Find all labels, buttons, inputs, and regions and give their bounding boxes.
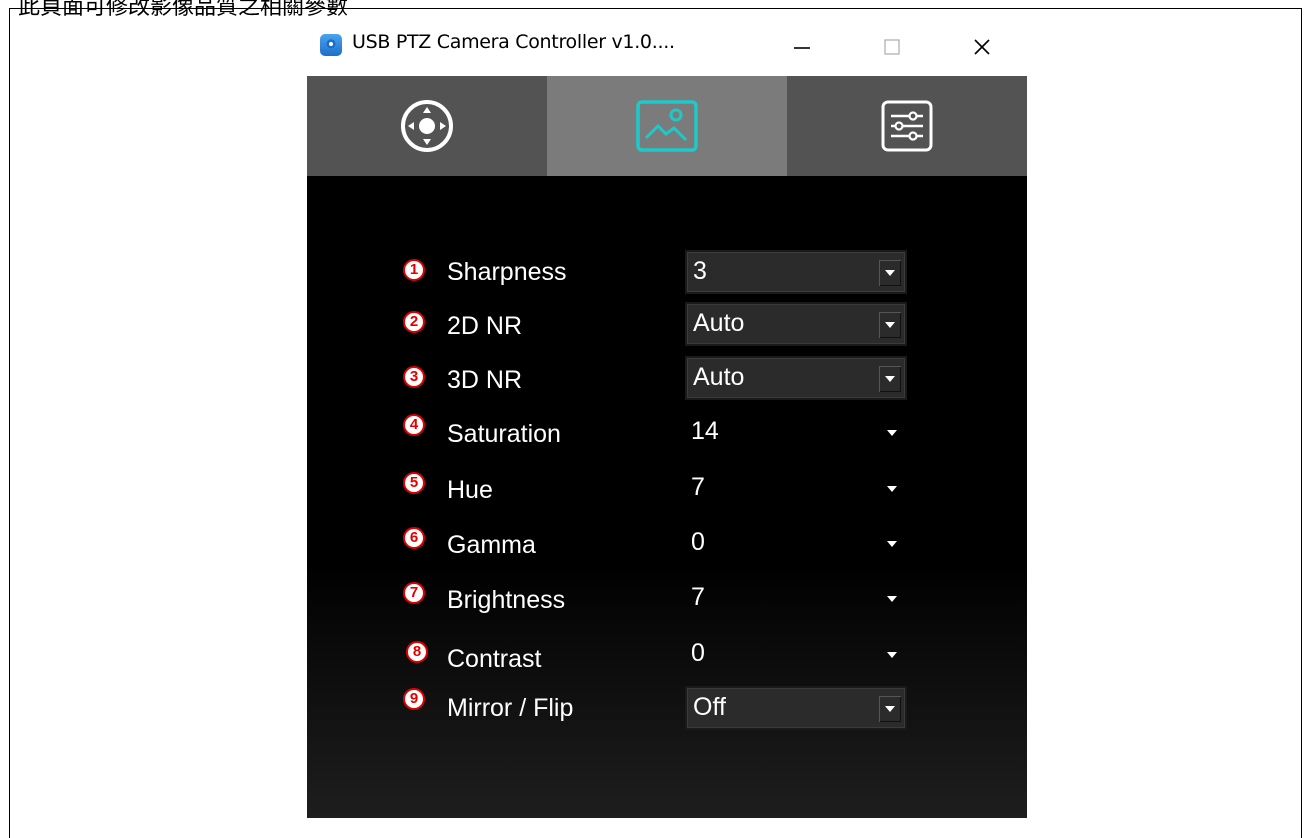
number-badge: 8 <box>406 641 428 663</box>
close-button[interactable] <box>937 18 1027 76</box>
hue-select[interactable]: 7 <box>685 468 907 512</box>
select-value: 0 <box>691 528 705 556</box>
number-badge: 3 <box>403 366 425 388</box>
select-value: Auto <box>693 363 745 391</box>
chevron-down-icon <box>885 270 895 276</box>
chevron-down-icon <box>887 541 897 547</box>
chevron-down-icon <box>887 486 897 492</box>
image-settings-panel: 1 Sharpness 3 2 2D NR Auto 3 3D NR Auto <box>307 176 1027 818</box>
mirror-flip-select[interactable]: Off <box>685 686 907 730</box>
setting-label: Saturation <box>447 420 561 448</box>
select-value: 0 <box>691 639 705 667</box>
number-badge: 7 <box>403 582 425 604</box>
tab-ptz-control[interactable] <box>307 76 547 176</box>
setting-label: Gamma <box>447 531 536 559</box>
setting-label: Contrast <box>447 645 542 673</box>
select-value: 7 <box>691 473 705 501</box>
setting-label: Brightness <box>447 586 566 614</box>
camera-app-icon <box>320 34 342 56</box>
saturation-select[interactable]: 14 <box>685 412 907 456</box>
dropdown-button[interactable] <box>881 586 903 612</box>
dropdown-button[interactable] <box>881 476 903 502</box>
dropdown-button[interactable] <box>879 366 901 392</box>
minimize-icon <box>794 47 810 49</box>
title-bar[interactable]: USB PTZ Camera Controller v1.0.... <box>307 18 1027 76</box>
setting-label: 3D NR <box>447 366 523 394</box>
2d-nr-select[interactable]: Auto <box>685 302 907 346</box>
setting-row-gamma: 6 Gamma 0 <box>307 523 1027 571</box>
setting-row-sharpness: 1 Sharpness 3 <box>307 250 1027 298</box>
setting-row-3d-nr: 3 3D NR Auto <box>307 356 1027 404</box>
chevron-down-icon <box>887 596 897 602</box>
tab-image[interactable] <box>547 76 787 176</box>
number-badge: 6 <box>403 527 425 549</box>
sharpness-select[interactable]: 3 <box>685 250 907 294</box>
dropdown-button[interactable] <box>881 642 903 668</box>
chevron-down-icon <box>887 430 897 436</box>
chevron-down-icon <box>885 322 895 328</box>
tab-settings[interactable] <box>787 76 1027 176</box>
maximize-button[interactable] <box>847 18 937 76</box>
dropdown-button[interactable] <box>881 420 903 446</box>
minimize-button[interactable] <box>757 18 847 76</box>
dropdown-button[interactable] <box>879 260 901 286</box>
number-badge: 9 <box>403 688 425 710</box>
maximize-icon <box>884 39 900 55</box>
dropdown-button[interactable] <box>879 312 901 338</box>
setting-row-contrast: 8 Contrast 0 <box>307 634 1027 682</box>
3d-nr-select[interactable]: Auto <box>685 356 907 400</box>
close-icon <box>974 39 990 55</box>
select-value: 3 <box>693 257 707 285</box>
number-badge: 1 <box>403 259 425 281</box>
tab-bar <box>307 76 1027 176</box>
dropdown-button[interactable] <box>879 696 901 722</box>
setting-label: Sharpness <box>447 258 567 286</box>
select-value: 14 <box>691 417 719 445</box>
setting-label: 2D NR <box>447 312 523 340</box>
number-badge: 4 <box>403 414 425 436</box>
setting-row-2d-nr: 2 2D NR Auto <box>307 302 1027 350</box>
setting-label: Hue <box>447 476 493 504</box>
gamma-select[interactable]: 0 <box>685 523 907 567</box>
chevron-down-icon <box>885 706 895 712</box>
image-icon <box>636 100 698 152</box>
setting-row-hue: 5 Hue 7 <box>307 468 1027 516</box>
setting-row-mirror-flip: 9 Mirror / Flip Off <box>307 686 1027 734</box>
select-value: Auto <box>693 309 745 337</box>
number-badge: 2 <box>403 311 425 333</box>
number-badge: 5 <box>403 472 425 494</box>
setting-row-saturation: 4 Saturation 14 <box>307 412 1027 460</box>
joystick-icon <box>401 100 453 152</box>
select-value: 7 <box>691 583 705 611</box>
brightness-select[interactable]: 7 <box>685 578 907 622</box>
dropdown-button[interactable] <box>881 531 903 557</box>
setting-label: Mirror / Flip <box>447 694 574 722</box>
select-value: Off <box>693 693 726 721</box>
chevron-down-icon <box>885 376 895 382</box>
chevron-down-icon <box>887 652 897 658</box>
setting-row-brightness: 7 Brightness 7 <box>307 578 1027 626</box>
contrast-select[interactable]: 0 <box>685 634 907 678</box>
sliders-icon <box>881 100 933 152</box>
app-window: USB PTZ Camera Controller v1.0.... 1 Sha… <box>307 18 1027 818</box>
window-title: USB PTZ Camera Controller v1.0.... <box>352 31 675 53</box>
